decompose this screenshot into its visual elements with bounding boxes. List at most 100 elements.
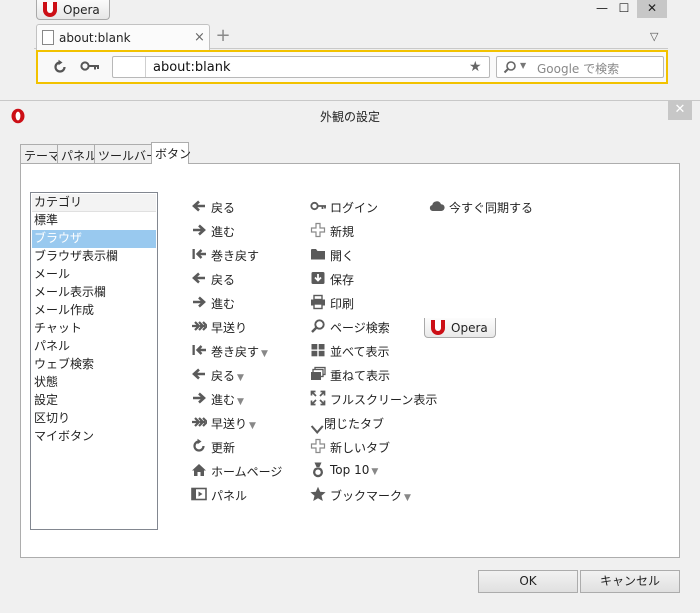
palette-button-label: 新規 xyxy=(330,225,355,239)
search-icon xyxy=(503,61,516,74)
maximize-button[interactable]: ☐ xyxy=(610,0,638,18)
rewind-icon xyxy=(192,345,206,355)
key-icon[interactable] xyxy=(80,60,100,72)
palette-button-label: 戻る ▼ xyxy=(211,369,244,383)
cancel-button[interactable]: キャンセル xyxy=(580,570,680,593)
dropdown-caret-icon: ▼ xyxy=(371,467,379,477)
palette-button-label: 戻る xyxy=(211,273,236,287)
category-item[interactable]: ブラウザ xyxy=(32,230,156,248)
printer-icon xyxy=(311,294,325,310)
tab-toolbar[interactable]: ツールバー xyxy=(94,144,158,164)
tab-buttons[interactable]: ボタン xyxy=(151,142,191,164)
arrow-right-icon xyxy=(193,392,206,404)
opera-menu-label: Opera xyxy=(63,3,100,17)
panel-icon xyxy=(191,487,207,501)
category-item[interactable]: メール xyxy=(32,266,156,284)
search-engine-dropdown-icon[interactable]: ▼ xyxy=(520,61,526,70)
category-item[interactable]: 区切り xyxy=(32,410,156,428)
category-item[interactable]: メール表示欄 xyxy=(32,284,156,302)
plus-icon xyxy=(310,222,326,238)
category-item[interactable]: メール作成 xyxy=(32,302,156,320)
palette-button-label: 開く xyxy=(330,249,355,263)
palette-button-label: 早送り xyxy=(211,321,248,335)
reload-icon xyxy=(193,438,205,452)
palette-button-label: 印刷 xyxy=(330,297,355,311)
arrow-right-icon xyxy=(193,296,206,308)
plus-icon xyxy=(310,438,326,454)
category-item[interactable]: 設定 xyxy=(32,392,156,410)
opera-menu-button[interactable]: Opera xyxy=(36,0,110,20)
bookmark-star-icon[interactable]: ★ xyxy=(469,59,482,75)
palette-button-label: 巻き戻す xyxy=(211,249,260,263)
search-placeholder: Google で検索 xyxy=(537,62,620,76)
palette-button-label: Top 10 ▼ xyxy=(330,463,379,477)
browser-window: Opera — ☐ ✕ about:blank × + ▽ about:blan… xyxy=(0,0,700,100)
palette-button-label: ホームページ xyxy=(211,465,283,479)
category-item[interactable]: チャット xyxy=(32,320,156,338)
rewind-icon xyxy=(192,249,206,259)
palette-button-label: 重ねて表示 xyxy=(330,369,391,383)
dropdown-caret-icon: ▼ xyxy=(404,493,411,503)
folder-icon xyxy=(311,249,325,260)
tile-icon xyxy=(311,344,325,357)
new-tab-icon[interactable]: + xyxy=(214,27,232,45)
category-item[interactable]: パネル xyxy=(32,338,156,356)
category-item[interactable]: ウェブ検索 xyxy=(32,356,156,374)
tab-title: about:blank xyxy=(59,31,131,45)
dialog-close-button[interactable]: ✕ xyxy=(668,101,692,120)
dialog-title: 外観の設定 xyxy=(319,110,380,124)
dropdown-caret-icon: ▼ xyxy=(261,349,268,359)
cloud-icon xyxy=(429,201,445,211)
address-separator xyxy=(145,57,146,77)
window-close-button[interactable]: ✕ xyxy=(637,0,667,18)
palette-button-label: 進む xyxy=(211,225,236,239)
fast-forward-icon xyxy=(192,417,207,427)
category-item[interactable]: 状態 xyxy=(32,374,156,392)
tab-list-chevron-icon[interactable]: ▽ xyxy=(650,30,658,43)
opera-button-label: Opera xyxy=(451,321,488,335)
palette-button-label: ログイン xyxy=(330,201,379,215)
opera-logo-icon xyxy=(43,2,57,17)
arrow-right-icon xyxy=(193,224,206,236)
palette-button-label: 閉じたタブ xyxy=(324,417,385,431)
dropdown-caret-icon: ▼ xyxy=(249,421,256,431)
appearance-dialog: 外観の設定 ✕ テーマ パネル ツールバー ボタン カテゴリ 標準 ブラウザ ブラウザ… xyxy=(0,100,700,613)
tab-panel[interactable]: パネル xyxy=(57,144,97,164)
palette-button-label: ページ検索 xyxy=(330,321,390,335)
palette-button-label: 更新 xyxy=(211,441,236,455)
fullscreen-icon xyxy=(310,390,326,406)
category-list[interactable]: カテゴリ 標準 ブラウザ ブラウザ表示欄 メール メール表示欄 メール作成 チャット パネル ウェ… xyxy=(30,192,158,530)
medal-icon xyxy=(313,462,323,478)
tab-close-icon[interactable]: × xyxy=(194,30,205,45)
palette-button-label: ブックマーク ▼ xyxy=(330,489,411,503)
buttons-tab-panel: カテゴリ 標準 ブラウザ ブラウザ表示欄 メール メール表示欄 メール作成 チャット パネル ウェ… xyxy=(20,163,680,558)
palette-button-label: 新しいタブ xyxy=(330,441,391,455)
palette-button-label: 並べて表示 xyxy=(330,345,390,359)
palette-button-label: 進む xyxy=(211,297,236,311)
address-field[interactable]: about:blank ★ xyxy=(112,56,490,78)
magnifier-icon xyxy=(311,319,325,333)
save-icon xyxy=(311,272,325,284)
cascade-icon xyxy=(311,366,326,380)
dropdown-caret-icon: ▼ xyxy=(237,373,244,383)
search-field[interactable]: ▼ Google で検索 xyxy=(496,56,664,78)
category-header: カテゴリ xyxy=(32,194,156,212)
palette-button-label: 早送り ▼ xyxy=(211,417,256,431)
category-item[interactable]: マイボタン xyxy=(32,428,156,446)
arrow-left-icon xyxy=(192,368,205,380)
palette-button-label: 巻き戻す ▼ xyxy=(211,345,268,359)
palette-button-label: 保存 xyxy=(330,273,355,287)
address-value: about:blank xyxy=(153,60,231,75)
reload-icon[interactable] xyxy=(52,59,68,75)
ok-button[interactable]: OK xyxy=(478,570,578,593)
category-item[interactable]: 標準 xyxy=(32,212,156,230)
opera-menu-button-item[interactable]: Opera xyxy=(424,318,496,338)
tab-theme[interactable]: テーマ xyxy=(20,144,60,164)
tab-about-blank[interactable]: about:blank × xyxy=(36,24,210,50)
palette-button-label: 進む ▼ xyxy=(211,393,244,407)
fast-forward-icon xyxy=(192,321,207,331)
palette-button-label: 戻る xyxy=(211,201,236,215)
page-icon xyxy=(42,30,54,45)
palette-button-label: フルスクリーン表示 xyxy=(330,393,438,407)
category-item[interactable]: ブラウザ表示欄 xyxy=(32,248,156,266)
